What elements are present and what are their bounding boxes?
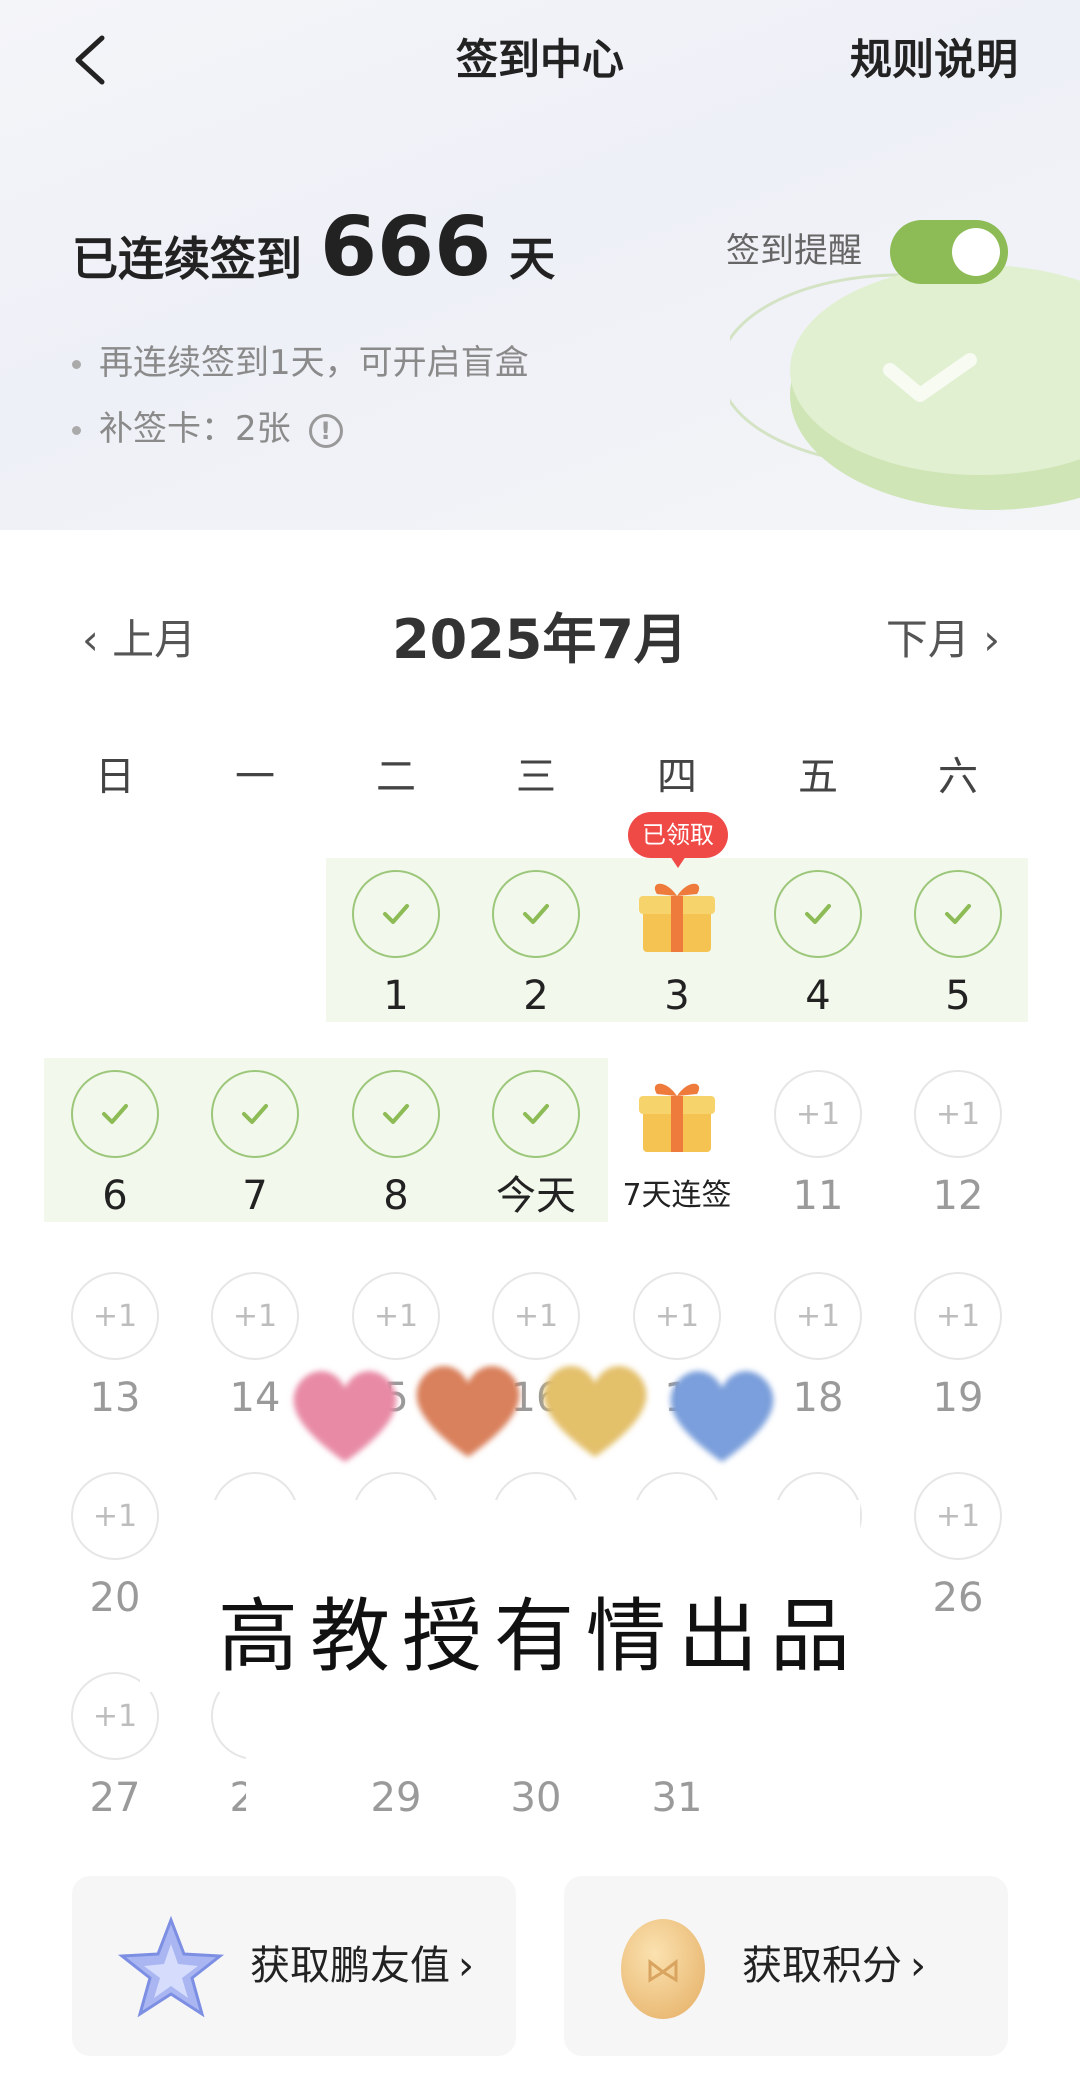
day-label: 19: [932, 1375, 984, 1421]
plus-one-badge: +1: [774, 1070, 862, 1158]
chevron-right-icon: ›: [910, 1943, 926, 1989]
calendar-day[interactable]: 6: [45, 1070, 185, 1230]
calendar-day[interactable]: 8: [326, 1070, 466, 1230]
plus-one-badge: +1: [492, 1272, 580, 1360]
info-icon[interactable]: !: [308, 413, 343, 448]
plus-one-badge: +1: [71, 1472, 159, 1560]
plus-one-badge: +1: [914, 1070, 1002, 1158]
calendar-day[interactable]: 7: [185, 1070, 325, 1230]
check-icon: [352, 1070, 440, 1158]
streak-count: 666: [320, 200, 492, 295]
calendar-day[interactable]: 2: [466, 870, 606, 1030]
get-points-card[interactable]: 获取积分 ›: [564, 1876, 1008, 2056]
calendar-day[interactable]: +1 13: [45, 1272, 185, 1432]
sticker-backdrop: [246, 1710, 366, 1820]
day-label: 12: [932, 1173, 984, 1219]
day-label: 27: [89, 1775, 141, 1821]
calendar-day[interactable]: 今天: [466, 1070, 606, 1230]
bullet-dot: [72, 426, 81, 435]
weekday-label: 四: [657, 754, 697, 800]
reminder-label: 签到提醒: [726, 231, 862, 271]
check-icon: [492, 870, 580, 958]
weekday-label: 二: [376, 754, 416, 800]
day-label: 2: [523, 973, 549, 1019]
plus-one-badge: +1: [633, 1272, 721, 1360]
calendar-day[interactable]: +1 27: [45, 1672, 185, 1832]
chevron-right-icon: ›: [969, 615, 1000, 664]
info-line-1: 再连续签到1天，可开启盲盒: [72, 338, 529, 388]
weekday-label: 五: [798, 754, 838, 800]
day-label: 13: [89, 1375, 141, 1421]
calendar-day[interactable]: +1 19: [888, 1272, 1028, 1432]
weekday-label: 六: [938, 754, 978, 800]
calendar-day[interactable]: 5: [888, 870, 1028, 1030]
toggle-knob: [952, 228, 1000, 276]
get-friend-points-card[interactable]: 获取鹏友值 ›: [72, 1876, 516, 2056]
check-icon: [914, 870, 1002, 958]
day-label: 7: [242, 1173, 268, 1219]
reminder-toggle[interactable]: [890, 220, 1008, 284]
check-icon: [352, 870, 440, 958]
day-label: 5: [945, 973, 971, 1019]
plus-one-badge: +1: [71, 1272, 159, 1360]
gift-icon: [635, 874, 719, 962]
rules-link[interactable]: 规则说明: [850, 30, 1018, 90]
plus-one-badge: +1: [774, 1272, 862, 1360]
day-label: 3: [664, 973, 690, 1019]
day-label: 8: [383, 1173, 409, 1219]
day-label: 今天: [496, 1173, 576, 1219]
day-label: 4: [805, 973, 831, 1019]
star-icon: [117, 1915, 225, 2018]
streak-suffix: 天: [509, 232, 556, 286]
card-label: 获取鹏友值: [250, 1943, 450, 1989]
check-icon: [71, 1070, 159, 1158]
check-icon: [492, 1070, 580, 1158]
card-label: 获取积分: [742, 1943, 902, 1989]
calendar-day[interactable]: 1: [326, 870, 466, 1030]
streak-prefix: 已连续签到: [72, 232, 302, 286]
plus-one-badge: +1: [352, 1272, 440, 1360]
calendar-day[interactable]: 3: [607, 870, 747, 1030]
day-label: 6: [102, 1173, 128, 1219]
day-label: 31: [651, 1775, 703, 1821]
calendar-day[interactable]: +1 12: [888, 1070, 1028, 1230]
check-icon: [774, 870, 862, 958]
next-month-label: 下月: [885, 615, 970, 664]
weekday-label: 一: [235, 754, 275, 800]
bullet-dot: [72, 360, 81, 369]
blind-box-hint: 再连续签到1天，可开启盲盒: [99, 343, 529, 383]
hearts-sticker: [293, 1366, 774, 1462]
calendar-day[interactable]: 7天连签: [607, 1070, 747, 1230]
watermark-text: 高教授有情出品: [218, 1590, 862, 1683]
day-label: 7天连签: [622, 1178, 732, 1213]
weekday-label: 三: [516, 754, 556, 800]
weekday-label: 日: [95, 754, 135, 800]
gift-icon: [635, 1074, 719, 1162]
calendar-day[interactable]: +1 11: [748, 1070, 888, 1230]
plus-one-badge: +1: [914, 1472, 1002, 1560]
streak-summary: 已连续签到 666 天: [72, 200, 555, 310]
coin-icon: [621, 1919, 705, 2019]
month-navigator: ‹ 上月 2025年7月 下月 ›: [0, 600, 1080, 680]
header: 签到中心 规则说明 已连续签到 666 天 签到提醒 再连续签到1天，可开启盲盒…: [0, 0, 1080, 530]
check-icon: [211, 1070, 299, 1158]
plus-one-badge: +1: [914, 1272, 1002, 1360]
chevron-right-icon: ›: [458, 1943, 474, 1989]
day-label: 1: [383, 973, 409, 1019]
plus-one-badge: +1: [211, 1272, 299, 1360]
makeup-card-count: 补签卡：2张: [99, 409, 291, 449]
calendar-day[interactable]: 4: [748, 870, 888, 1030]
claimed-badge: 已领取: [628, 812, 728, 868]
next-month-button[interactable]: 下月 ›: [886, 610, 1000, 670]
day-label: 11: [792, 1173, 844, 1219]
info-line-2: 补签卡：2张!: [72, 404, 343, 454]
day-label: 30: [510, 1775, 562, 1821]
